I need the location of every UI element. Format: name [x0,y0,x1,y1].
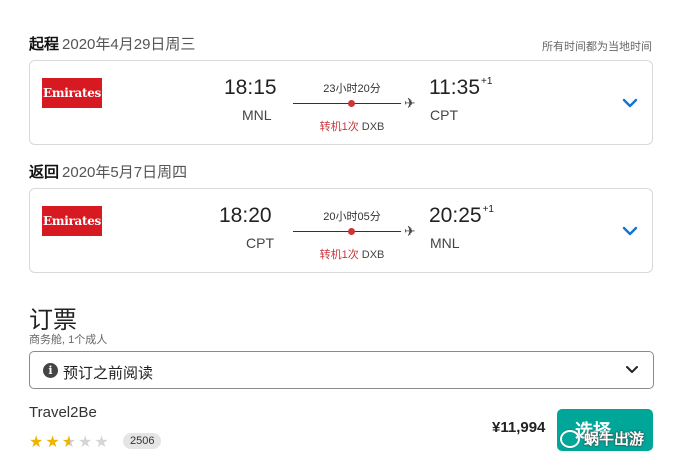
return-depart-time: 18:20 [219,204,272,227]
outbound-arrive-offset: +1 [481,76,493,87]
booking-subtitle: 商务舱, 1个成人 [29,334,108,346]
outbound-arrive-code: CPT [430,107,458,123]
star-icon: ★ [29,434,46,451]
outbound-depart-time: 18:15 [224,76,277,99]
return-date: 2020年5月7日周四 [62,164,188,181]
outbound-stop-dot [348,100,355,107]
watermark-text: 蜗牛出游 [584,431,645,448]
outbound-via-code: DXB [361,121,385,133]
outbound-stops: 转机1次 DXB [282,118,422,134]
chevron-down-icon[interactable] [622,225,638,237]
outbound-arrive-time: 11:35+1 [429,76,492,100]
read-before-booking-dropdown[interactable]: i 预订之前阅读 [29,351,654,389]
return-header: 返回 2020年5月7日周四 [29,161,187,182]
return-label: 返回 [29,164,60,181]
emirates-logo: Emirates [42,206,102,236]
outbound-header: 起程 2020年4月29日周三 [29,33,195,54]
outbound-stop-count: 转机1次 [319,121,359,133]
outbound-route-line [293,103,401,104]
return-via-code: DXB [361,249,385,261]
return-arrive-time-value: 20:25 [429,204,482,227]
chevron-down-icon[interactable] [622,97,638,109]
watermark: 蜗牛出游 [560,428,644,449]
price: ¥11,994 [492,419,546,436]
return-arrive-time: 20:25+1 [429,204,494,228]
return-depart-code: CPT [246,235,274,251]
star-empty-icon: ★ [94,434,111,451]
return-arrive-code: MNL [430,235,460,251]
outbound-label: 起程 [29,36,60,53]
outbound-arrive-time-value: 11:35 [429,76,480,99]
plane-icon: ✈ [404,223,416,239]
return-duration: 20小时05分 [323,211,381,223]
agency-name[interactable]: Travel2Be [29,404,97,421]
wechat-icon [560,429,580,448]
return-flight-card[interactable]: Emirates 18:20 CPT 20小时05分 ✈ 转机1次 DXB 20… [29,188,653,273]
plane-icon: ✈ [404,95,416,111]
star-half-icon: ★ [61,434,79,451]
outbound-flight-card[interactable]: Emirates 18:15 MNL 23小时20分 ✈ 转机1次 DXB 11… [29,60,653,145]
info-icon: i [43,363,58,378]
return-route-line [293,231,401,232]
outbound-date: 2020年4月29日周三 [62,36,196,53]
outbound-duration: 23小时20分 [323,83,381,95]
outbound-depart-code: MNL [242,107,272,123]
booking-title: 订票 [29,307,77,334]
return-arrive-offset: +1 [482,204,494,215]
star-rating: ★★★★★ [29,432,111,452]
emirates-logo: Emirates [42,78,102,108]
chevron-down-icon[interactable] [625,365,639,375]
star-icon: ★ [45,434,62,451]
review-count-badge[interactable]: 2506 [123,433,162,449]
star-empty-icon: ★ [78,434,95,451]
return-stop-count: 转机1次 [319,249,359,261]
timezone-note: 所有时间都为当地时间 [542,41,652,53]
return-stops: 转机1次 DXB [282,246,422,262]
return-stop-dot [348,228,355,235]
dropdown-label: 预订之前阅读 [63,365,154,382]
